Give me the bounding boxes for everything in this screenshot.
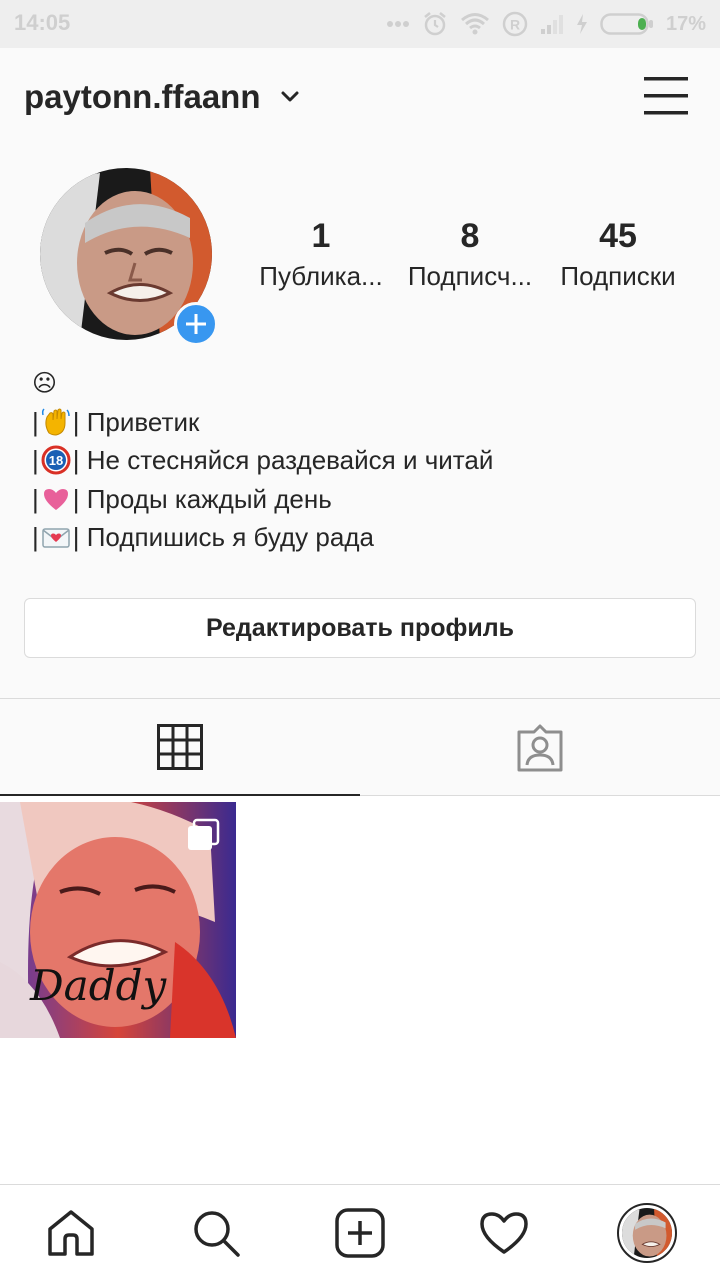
tab-grid[interactable] (0, 699, 360, 796)
username[interactable]: paytonn.ffaann (24, 78, 261, 116)
bio-line-0: ☹ (32, 364, 692, 403)
plus-icon (186, 314, 206, 334)
chevron-down-icon[interactable] (280, 90, 300, 104)
no-under-18-icon: 18 (41, 445, 71, 475)
profile-tabs (0, 698, 720, 796)
posts-grid: Daddy (0, 796, 720, 1184)
bio-text-1: | Приветик (72, 406, 200, 437)
love-letter-icon (42, 528, 70, 548)
posts-label: Публика... (259, 261, 383, 291)
bio-text-3: | Проды каждый день (72, 483, 332, 514)
more-dots-icon (386, 21, 409, 27)
tagged-icon (517, 724, 563, 771)
profile-avatar-small (622, 1208, 672, 1258)
svg-text:R: R (510, 17, 520, 33)
following-label: Подписки (560, 261, 676, 291)
battery-percent: 17% (665, 12, 706, 35)
nav-activity[interactable] (478, 1207, 530, 1259)
status-icons: R 17% (386, 10, 706, 38)
search-icon (194, 1211, 240, 1257)
followers-label: Подписч... (407, 261, 533, 291)
battery-icon (600, 13, 653, 35)
add-story-button[interactable] (174, 302, 218, 346)
post-thumbnail[interactable]: Daddy (0, 802, 236, 1038)
profile-bio: ☹ | | Приветик | 18 | Не стесняйся разде… (32, 364, 692, 557)
followers-stat[interactable]: 8 Подписч... (395, 214, 545, 294)
add-post-icon (335, 1208, 385, 1258)
status-time: 14:05 (14, 10, 71, 35)
multiple-photos-icon (188, 818, 220, 850)
bio-text-2: | Не стесняйся раздевайся и читай (72, 445, 494, 475)
post-overlay-text: Daddy (29, 961, 167, 1010)
bio-line-4: | | Подпишись я буду рада (32, 518, 692, 557)
grid-icon (157, 723, 203, 770)
posts-count-stat[interactable]: 1 Публика... (246, 214, 396, 294)
profile-header: paytonn.ffaann (0, 48, 720, 148)
heart-icon (480, 1212, 528, 1254)
followers-count: 8 (460, 217, 480, 255)
bio-line-2: | 18 | Не стесняйся раздевайся и читай (32, 441, 692, 480)
edit-profile-button[interactable]: Редактировать профиль (24, 598, 696, 658)
home-icon (48, 1210, 94, 1256)
tab-tagged[interactable] (360, 699, 720, 796)
bio-line-1: | | Приветик (32, 403, 692, 442)
svg-text:18: 18 (49, 453, 63, 468)
nav-profile[interactable] (617, 1203, 677, 1263)
signal-icon (540, 15, 563, 34)
charging-icon (576, 14, 587, 34)
posts-count: 1 (311, 217, 331, 255)
heart-emoji-icon (43, 488, 68, 510)
nav-home[interactable] (45, 1207, 97, 1259)
alarm-icon (424, 12, 446, 36)
profile-stats: 1 Публика... 8 Подписч... 45 Подписки (250, 214, 700, 304)
wifi-icon (461, 13, 489, 35)
bio-line-3: | | Проды каждый день (32, 480, 692, 519)
following-stat[interactable]: 45 Подписки (543, 214, 693, 294)
waving-hand-icon (41, 408, 70, 436)
status-bar: 14:05 R 17% (0, 0, 720, 48)
nav-add-post[interactable] (334, 1207, 386, 1259)
bio-text-4: | Подпишись я буду рада (72, 522, 374, 552)
bio-sad-emoji: ☹ (32, 369, 58, 397)
bottom-nav (0, 1184, 720, 1280)
menu-icon[interactable] (644, 77, 688, 115)
nav-search[interactable] (190, 1207, 242, 1259)
roaming-r-icon: R (502, 11, 528, 37)
following-count: 45 (599, 217, 637, 255)
